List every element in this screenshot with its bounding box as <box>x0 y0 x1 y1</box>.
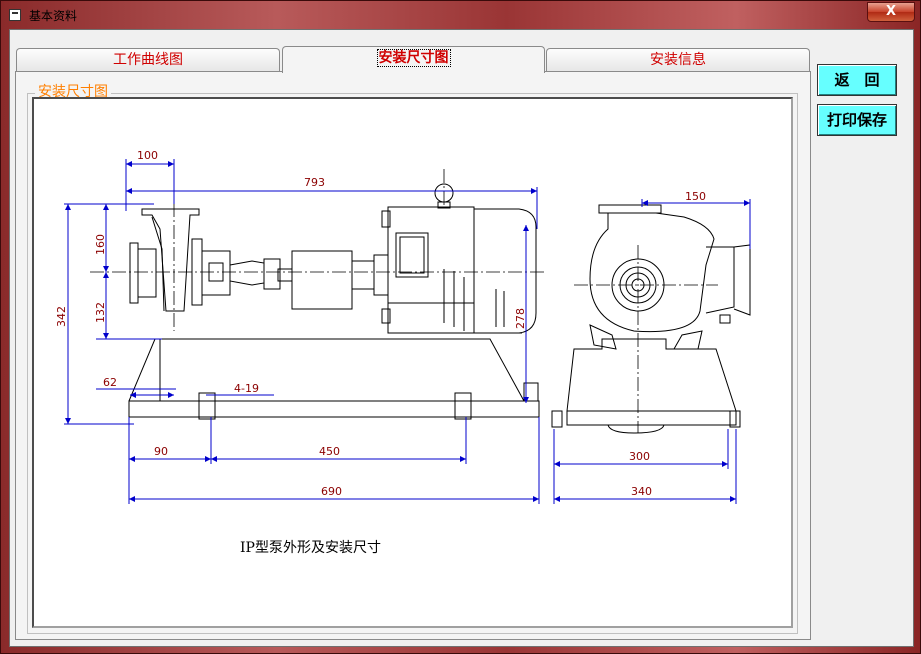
dim-90: 90 <box>154 445 168 458</box>
dim-160: 160 <box>94 234 107 255</box>
dim-278: 278 <box>514 308 527 329</box>
dim-342: 342 <box>55 306 68 327</box>
title-bar[interactable]: 基本资料 X <box>1 1 920 29</box>
front-view <box>128 183 540 420</box>
tab-install-dimensions[interactable]: 安装尺寸图 <box>282 46 545 73</box>
tab-label: 工作曲线图 <box>113 52 183 68</box>
app-window: 基本资料 X 工作曲线图 安装尺寸图 安装信息 安装尺寸图 100 793 15… <box>0 0 921 654</box>
back-button[interactable]: 返 回 <box>817 64 897 96</box>
dim-150: 150 <box>685 190 706 203</box>
tab-install-info[interactable]: 安装信息 <box>546 48 810 72</box>
app-icon <box>9 9 21 21</box>
dim-450: 450 <box>319 445 340 458</box>
dim-300: 300 <box>629 450 650 463</box>
close-button[interactable]: X <box>867 2 915 22</box>
dim-340: 340 <box>631 485 652 498</box>
dimension-labels: 100 793 150 342 160 132 278 62 4-19 90 4… <box>55 149 706 498</box>
window-title: 基本资料 <box>29 9 78 23</box>
tab-panel: 安装尺寸图 100 793 150 342 160 132 278 62 4-1… <box>15 71 811 640</box>
dim-4x19: 4-19 <box>234 382 259 395</box>
dim-62: 62 <box>103 376 117 389</box>
drawing-caption: IP型泵外形及安装尺寸 <box>240 540 381 556</box>
dim-793: 793 <box>304 176 325 189</box>
drawing-area: 100 793 150 342 160 132 278 62 4-19 90 4… <box>32 97 793 628</box>
client-area: 工作曲线图 安装尺寸图 安装信息 安装尺寸图 100 793 150 342 1… <box>9 29 914 647</box>
print-save-button[interactable]: 打印保存 <box>817 104 897 136</box>
pump-drawing: 100 793 150 342 160 132 278 62 4-19 90 4… <box>55 149 751 504</box>
tab-label: 安装信息 <box>650 52 706 68</box>
dim-132: 132 <box>94 302 107 323</box>
side-view <box>551 204 751 434</box>
dim-100: 100 <box>137 149 158 162</box>
tab-work-curve[interactable]: 工作曲线图 <box>16 48 280 72</box>
tab-label: 安装尺寸图 <box>376 49 451 67</box>
dim-690: 690 <box>321 485 342 498</box>
